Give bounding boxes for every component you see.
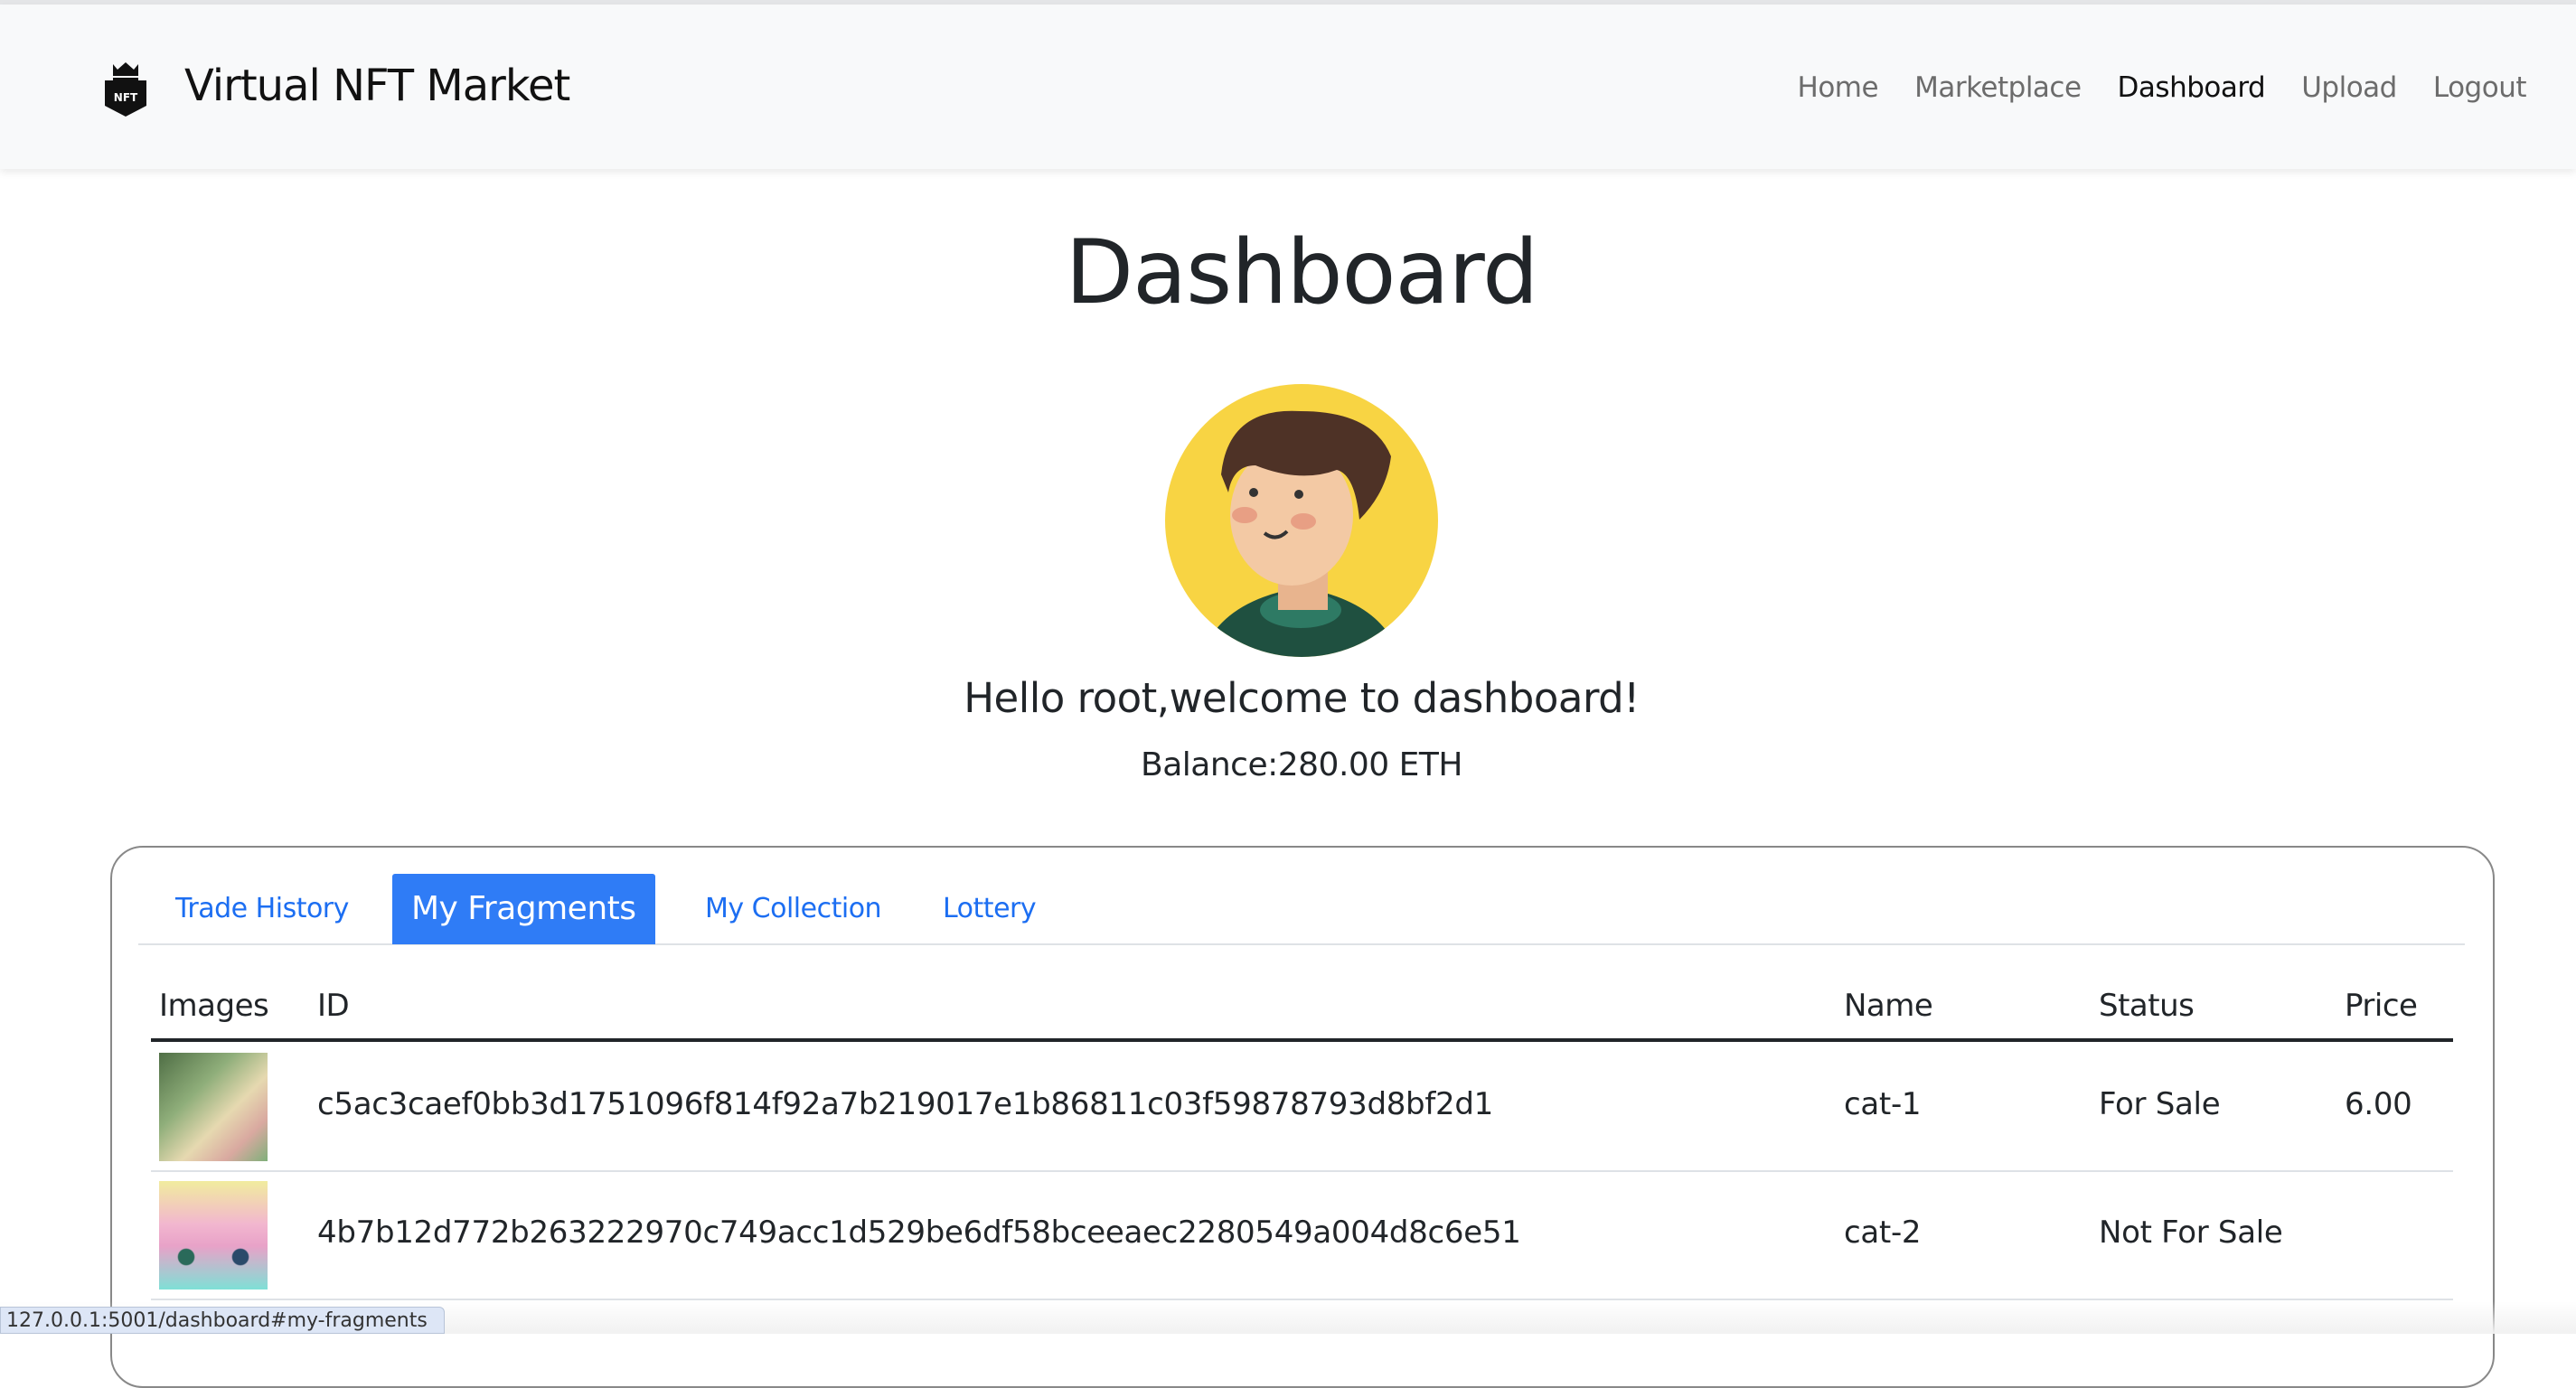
col-header-price: Price: [2345, 988, 2418, 1024]
fragment-name: cat-1: [1844, 1086, 1922, 1122]
fragment-name: cat-2: [1844, 1214, 1922, 1251]
fragment-id: 4b7b12d772b263222970c749acc1d529be6df58b…: [317, 1214, 1521, 1251]
fragment-status: Not For Sale: [2099, 1214, 2283, 1251]
header-divider: [151, 1038, 2453, 1042]
fragment-thumbnail[interactable]: [159, 1053, 268, 1161]
brand-title[interactable]: Virtual NFT Market: [184, 61, 570, 111]
col-header-name: Name: [1844, 988, 1933, 1024]
browser-status-url: 127.0.0.1:5001/dashboard#my-fragments: [0, 1307, 445, 1334]
navbar: NFT Virtual NFT Market Home Marketplace …: [0, 5, 2576, 169]
svg-text:NFT: NFT: [114, 91, 138, 104]
col-header-id: ID: [317, 988, 350, 1024]
fragment-id: c5ac3caef0bb3d1751096f814f92a7b219017e1b…: [317, 1086, 1493, 1122]
nav-logout[interactable]: Logout: [2433, 71, 2527, 104]
row-divider: [151, 1170, 2453, 1172]
tab-my-fragments[interactable]: My Fragments: [392, 874, 655, 944]
nav-dashboard[interactable]: Dashboard: [2118, 71, 2266, 104]
tab-trade-history[interactable]: Trade History: [175, 874, 349, 944]
tab-bar: Trade History My Fragments My Collection…: [138, 874, 2465, 945]
nav-home[interactable]: Home: [1798, 71, 1879, 104]
row-divider: [151, 1299, 2453, 1300]
nav-upload[interactable]: Upload: [2301, 71, 2397, 104]
col-header-status: Status: [2099, 988, 2195, 1024]
balance-text: Balance:280.00 ETH: [1141, 746, 1462, 783]
col-header-images: Images: [159, 988, 269, 1024]
fragment-thumbnail[interactable]: [159, 1181, 268, 1290]
greeting-text: Hello root,welcome to dashboard!: [964, 674, 1640, 722]
tab-my-collection[interactable]: My Collection: [705, 874, 882, 944]
nav-links: Home Marketplace Dashboard Upload Logout: [1798, 71, 2527, 104]
page-title: Dashboard: [1065, 221, 1539, 324]
avatar: [1165, 384, 1438, 657]
nft-crown-logo-icon[interactable]: NFT: [102, 61, 149, 117]
fragment-price: 6.00: [2345, 1086, 2412, 1122]
fragment-status: For Sale: [2099, 1086, 2221, 1122]
nav-marketplace[interactable]: Marketplace: [1914, 71, 2082, 104]
tab-lottery[interactable]: Lottery: [943, 874, 1037, 944]
